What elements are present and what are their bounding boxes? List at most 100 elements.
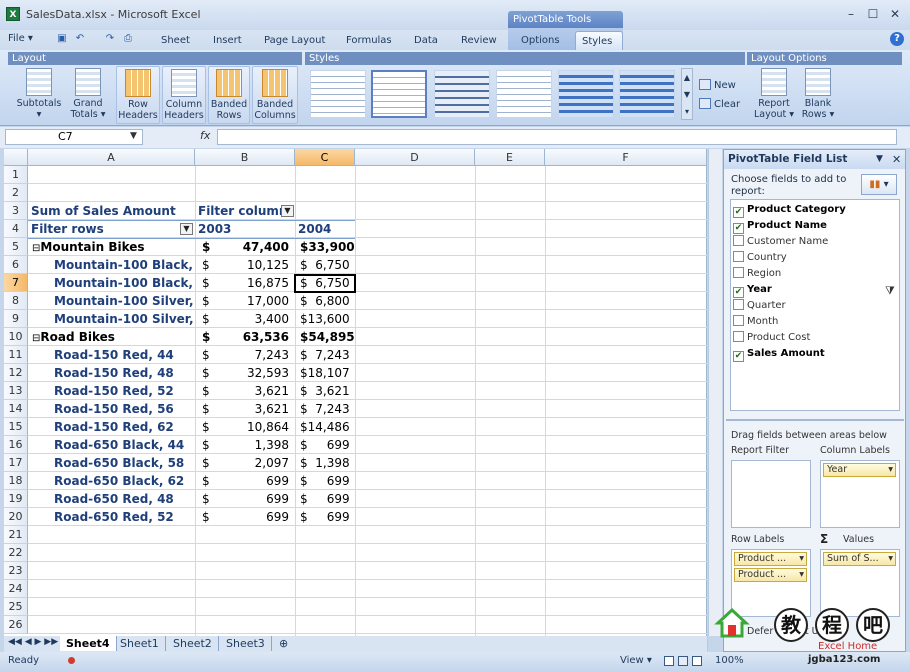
row-header[interactable]: 9 — [4, 310, 28, 328]
field-checkbox[interactable]: ✔ — [733, 223, 744, 234]
blank-rows-button[interactable]: Blank Rows ▾ — [798, 66, 838, 124]
column-headers-button[interactable]: Column Headers — [162, 66, 206, 124]
row-header[interactable]: 5 — [4, 238, 28, 256]
value-2004[interactable]: $ 699 — [300, 490, 354, 508]
value-2003[interactable]: 16,875 — [215, 274, 289, 292]
value-2003[interactable]: 10,125 — [215, 256, 289, 274]
row-filter-dropdown-icon[interactable]: ▼ — [180, 223, 193, 235]
row-header[interactable]: 14 — [4, 400, 28, 418]
pivot-column-filter-label[interactable]: Filter columns — [198, 202, 288, 220]
field-checkbox[interactable] — [733, 315, 744, 326]
row-header[interactable]: 19 — [4, 490, 28, 508]
field-checkbox[interactable]: ✔ — [733, 207, 744, 218]
product-row-label[interactable]: Road-650 Black, 62 — [54, 472, 194, 490]
active-cell-c7[interactable] — [294, 274, 356, 293]
value-2004[interactable]: $ 1,398 — [300, 454, 354, 472]
maximize-icon[interactable]: ☐ — [862, 6, 884, 22]
category-row-label[interactable]: ⊟Road Bikes — [32, 328, 192, 346]
field-checkbox[interactable]: ✔ — [733, 287, 744, 298]
name-box-dropdown-icon[interactable]: ▼ — [130, 131, 137, 141]
sheet-tab-sheet2[interactable]: Sheet2 — [167, 636, 219, 651]
row-header[interactable]: 20 — [4, 508, 28, 526]
year-2004-header[interactable]: 2004 — [298, 220, 353, 238]
field-checkbox[interactable] — [733, 251, 744, 262]
value-2004[interactable]: $14,486 — [300, 418, 354, 436]
column-header-f[interactable]: F — [545, 149, 707, 166]
value-2004[interactable]: $13,600 — [300, 310, 354, 328]
report-filter-zone[interactable] — [731, 460, 811, 528]
minimize-icon[interactable]: – — [840, 6, 862, 22]
row-header[interactable]: 17 — [4, 454, 28, 472]
column-header-d[interactable]: D — [355, 149, 475, 166]
tab-data[interactable]: Data — [408, 31, 444, 50]
product-row-label[interactable]: Road-150 Red, 48 — [54, 364, 194, 382]
value-2004[interactable]: $ 6,750 — [300, 256, 354, 274]
row-header[interactable]: 18 — [4, 472, 28, 490]
value-2004[interactable]: $ 3,621 — [300, 382, 354, 400]
column-header-e[interactable]: E — [475, 149, 545, 166]
pivot-row-filter-label[interactable]: Filter rows — [31, 220, 181, 238]
file-tab[interactable]: File ▾ — [4, 31, 34, 49]
category-row-label[interactable]: ⊟Mountain Bikes — [32, 238, 192, 256]
value-2003[interactable]: 2,097 — [215, 454, 289, 472]
pivot-style-swatch[interactable] — [558, 70, 614, 118]
column-header-a[interactable]: A — [28, 149, 195, 166]
product-row-label[interactable]: Road-650 Black, 44 — [54, 436, 194, 454]
page-layout-view-icon[interactable] — [678, 656, 688, 666]
row-header[interactable]: 7 — [4, 274, 28, 292]
pane-splitter[interactable] — [726, 419, 904, 421]
row-header[interactable]: 21 — [4, 526, 28, 544]
redo-icon[interactable]: ↷ — [104, 33, 116, 45]
close-icon[interactable]: ✕ — [884, 6, 906, 22]
value-2003[interactable]: 32,593 — [215, 364, 289, 382]
product-row-label[interactable]: Road-150 Red, 62 — [54, 418, 194, 436]
value-2003[interactable]: 1,398 — [215, 436, 289, 454]
product-row-label[interactable]: Road-650 Red, 48 — [54, 490, 194, 508]
row-field-product-category[interactable]: Product ... ▾ — [734, 552, 807, 566]
report-layout-button[interactable]: Report Layout ▾ — [752, 66, 796, 124]
tab-options[interactable]: Options — [515, 31, 566, 50]
page-break-view-icon[interactable] — [692, 656, 702, 666]
column-header-b[interactable]: B — [195, 149, 295, 166]
view-menu[interactable]: View ▾ — [620, 655, 652, 666]
row-header[interactable]: 22 — [4, 544, 28, 562]
row-header[interactable]: 3 — [4, 202, 28, 220]
banded-rows-button[interactable]: Banded Rows — [208, 66, 250, 124]
value-2004[interactable]: $ 6,800 — [300, 292, 354, 310]
value-2003[interactable]: 3,621 — [215, 400, 289, 418]
insert-sheet-icon[interactable]: ⊕ — [273, 636, 294, 651]
field-region[interactable]: Region — [733, 266, 781, 282]
field-product-category[interactable]: ✔ Product Category — [733, 202, 846, 218]
product-row-label[interactable]: Road-150 Red, 52 — [54, 382, 194, 400]
field-checkbox[interactable] — [733, 299, 744, 310]
value-2003[interactable]: 63,536 — [215, 328, 289, 346]
tab-sheet[interactable]: Sheet — [155, 31, 196, 50]
row-header[interactable]: 12 — [4, 364, 28, 382]
pivot-style-swatch[interactable] — [496, 70, 552, 118]
product-row-label[interactable]: Road-650 Black, 58 — [54, 454, 194, 472]
grand-totals-button[interactable]: Grand Totals ▾ — [66, 66, 110, 124]
row-header[interactable]: 2 — [4, 184, 28, 202]
value-2003[interactable]: 10,864 — [215, 418, 289, 436]
field-quarter[interactable]: Quarter — [733, 298, 786, 314]
value-2004[interactable]: $33,900 — [300, 238, 354, 256]
row-header[interactable]: 13 — [4, 382, 28, 400]
field-customer-name[interactable]: Customer Name — [733, 234, 828, 250]
clear-style-button[interactable]: Clear — [699, 97, 740, 112]
year-2003-header[interactable]: 2003 — [198, 220, 288, 238]
insert-function-icon[interactable]: fx — [200, 129, 210, 142]
field-sales-amount[interactable]: ✔ Sales Amount — [733, 346, 825, 362]
value-2003[interactable]: 3,621 — [215, 382, 289, 400]
tab-review[interactable]: Review — [455, 31, 503, 50]
sheet-tab-sheet4[interactable]: Sheet4 — [60, 636, 117, 651]
sheet-nav-arrows-icon[interactable]: ◀◀ ◀ ▶ ▶▶ — [8, 637, 58, 647]
value-2003[interactable]: 47,400 — [215, 238, 289, 256]
pivot-style-swatch[interactable] — [310, 70, 366, 118]
field-product-cost[interactable]: Product Cost — [733, 330, 810, 346]
value-2003[interactable]: 699 — [215, 508, 289, 526]
row-header[interactable]: 15 — [4, 418, 28, 436]
row-headers-button[interactable]: Row Headers — [116, 66, 160, 124]
field-month[interactable]: Month — [733, 314, 778, 330]
value-2004[interactable]: $ 7,243 — [300, 400, 354, 418]
tab-insert[interactable]: Insert — [207, 31, 248, 50]
